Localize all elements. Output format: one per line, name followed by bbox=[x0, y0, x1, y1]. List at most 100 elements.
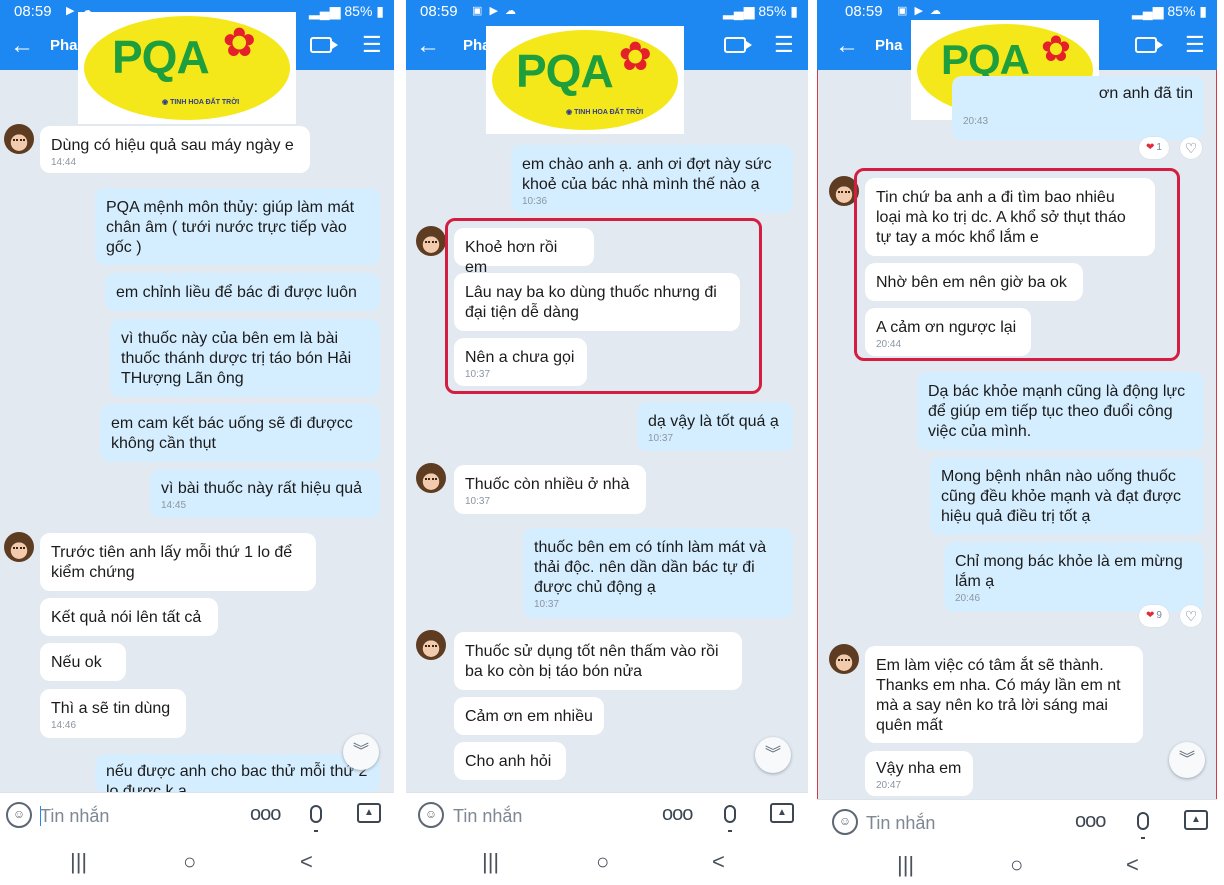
list-menu-icon[interactable]: ☰ bbox=[774, 34, 794, 56]
battery-level: 85% bbox=[1167, 3, 1196, 19]
message-text: em chỉnh liều để bác đi được luôn bbox=[116, 284, 357, 301]
arrow-left-icon[interactable]: ← bbox=[10, 32, 34, 60]
back-nav-button[interactable]: < bbox=[300, 849, 313, 875]
avatar[interactable] bbox=[4, 124, 34, 154]
home-nav-button[interactable]: ○ bbox=[596, 849, 609, 875]
message-text: nếu được anh cho bac thử mỗi thứ 2 lọ đư… bbox=[106, 763, 368, 792]
message-bubble[interactable]: Cảm ơn em nhiều bbox=[454, 697, 604, 735]
message-text: Dùng có hiệu quả sau máy ngày e bbox=[51, 137, 294, 154]
arrow-left-icon[interactable]: ← bbox=[835, 32, 859, 60]
message-bubble[interactable]: em chào anh ạ. anh ơi đợt này sức khoẻ c… bbox=[511, 145, 793, 213]
message-input[interactable]: Tin nhắn bbox=[866, 813, 935, 834]
message-bubble[interactable]: Thì a sẽ tin dùng 14:46 bbox=[40, 689, 186, 738]
message-bubble[interactable]: nếu được anh cho bac thử mỗi thứ 2 lọ đư… bbox=[95, 754, 380, 792]
heart-icon[interactable]: ♡ bbox=[1180, 137, 1202, 159]
smiley-icon[interactable]: ☺ bbox=[418, 802, 444, 828]
microphone-icon[interactable] bbox=[310, 805, 322, 832]
heart-icon[interactable]: ♡ bbox=[1180, 605, 1202, 627]
recents-nav-button[interactable]: ||| bbox=[70, 849, 87, 875]
message-bubble[interactable]: Trước tiên anh lấy mỗi thứ 1 lo để kiểm … bbox=[40, 533, 316, 591]
message-bubble[interactable]: Kết quả nói lên tất cả bbox=[40, 598, 218, 636]
more-options-icon[interactable]: ooo bbox=[1075, 810, 1106, 833]
image-icon[interactable]: ▲ bbox=[1184, 810, 1208, 830]
recents-nav-button[interactable]: ||| bbox=[897, 852, 914, 878]
message-text: ơn anh đã tin bbox=[1098, 85, 1193, 102]
message-bubble[interactable]: Chỉ mong bác khỏe là em mừng lắm ạ 20:46 bbox=[944, 542, 1204, 612]
smiley-icon[interactable]: ☺ bbox=[832, 809, 858, 835]
avatar[interactable] bbox=[416, 463, 446, 493]
more-options-icon[interactable]: ooo bbox=[662, 803, 693, 826]
smiley-icon[interactable]: ☺ bbox=[6, 802, 32, 828]
microphone-icon[interactable] bbox=[724, 805, 736, 832]
message-input[interactable]: Tin nhắn bbox=[453, 806, 522, 827]
image-icon[interactable]: ▲ bbox=[357, 803, 381, 823]
avatar[interactable] bbox=[416, 226, 446, 256]
home-nav-button[interactable]: ○ bbox=[183, 849, 196, 875]
message-bubble[interactable]: vì bài thuốc này rất hiệu quả 14:45 bbox=[150, 469, 380, 518]
recents-nav-button[interactable]: ||| bbox=[482, 849, 499, 875]
contact-name[interactable]: Pha bbox=[875, 37, 903, 54]
message-text: PQA mệnh môn thủy: giúp làm mát chân âm … bbox=[106, 199, 355, 256]
message-bubble[interactable]: dạ vậy là tốt quá ạ 10:37 bbox=[637, 402, 793, 451]
highlight-box bbox=[854, 168, 1180, 361]
lotus-icon: ✿ bbox=[222, 21, 256, 65]
arrow-left-icon[interactable]: ← bbox=[416, 32, 440, 60]
message-bubble[interactable]: Dạ bác khỏe mạnh cũng là động lực để giú… bbox=[917, 372, 1204, 450]
avatar[interactable] bbox=[416, 630, 446, 660]
double-chevron-down-icon[interactable]: ︾ bbox=[343, 734, 379, 770]
message-bubble[interactable]: Dùng có hiệu quả sau máy ngày e 14:44 bbox=[40, 126, 310, 173]
message-bubble[interactable]: em chỉnh liều để bác đi được luôn bbox=[105, 273, 380, 311]
list-menu-icon[interactable]: ☰ bbox=[1185, 34, 1205, 56]
message-input[interactable]: Tin nhắn bbox=[40, 806, 109, 827]
heart-reaction-count[interactable]: ❤ 9 bbox=[1139, 605, 1169, 627]
message-bubble[interactable]: Thuốc còn nhiều ở nhà 10:37 bbox=[454, 465, 646, 514]
message-time: 10:36 bbox=[522, 196, 548, 207]
message-text: dạ vậy là tốt quá ạ bbox=[648, 413, 779, 430]
microphone-icon[interactable] bbox=[1137, 812, 1149, 839]
message-bubble[interactable]: Em làm việc có tâm ắt sẽ thành. Thanks e… bbox=[865, 646, 1143, 743]
message-bubble[interactable]: PQA mệnh môn thủy: giúp làm mát chân âm … bbox=[95, 188, 380, 265]
android-nav-bar: ||| ○ < bbox=[817, 847, 1217, 885]
avatar[interactable] bbox=[4, 532, 34, 562]
double-chevron-down-icon[interactable]: ︾ bbox=[755, 737, 791, 773]
avatar[interactable] bbox=[829, 644, 859, 674]
message-bubble[interactable]: vì thuốc này của bên em là bài thuốc thá… bbox=[110, 319, 380, 397]
logo-tagline: TINH HOA ĐẤT TRỜI bbox=[162, 98, 239, 106]
logo-wordmark: PQA bbox=[112, 31, 210, 83]
video-call-icon[interactable] bbox=[310, 37, 338, 53]
pqa-logo: PQA ✿ TINH HOA ĐẤT TRỜI bbox=[486, 26, 684, 134]
composer-bar: ☺ Tin nhắn ooo ▲ bbox=[0, 792, 394, 841]
image-icon[interactable]: ▲ bbox=[770, 803, 794, 823]
more-options-icon[interactable]: ooo bbox=[250, 803, 281, 826]
heart-reaction-count[interactable]: ❤ 1 bbox=[1139, 137, 1169, 159]
message-text: Vậy nha em bbox=[876, 760, 962, 777]
list-menu-icon[interactable]: ☰ bbox=[362, 34, 382, 56]
message-text: Thuốc còn nhiều ở nhà bbox=[465, 476, 630, 493]
logo-wordmark: PQA bbox=[516, 45, 614, 97]
message-text: em chào anh ạ. anh ơi đợt này sức khoẻ c… bbox=[522, 156, 772, 193]
message-time: 14:46 bbox=[51, 720, 77, 731]
message-bubble[interactable]: ơn anh đã tin 20:43 bbox=[952, 76, 1204, 140]
home-nav-button[interactable]: ○ bbox=[1010, 852, 1023, 878]
message-bubble[interactable]: Vậy nha em 20:47 bbox=[865, 751, 973, 796]
back-nav-button[interactable]: < bbox=[1126, 852, 1139, 878]
double-chevron-down-icon[interactable]: ︾ bbox=[1169, 742, 1205, 778]
contact-name[interactable]: Pha bbox=[50, 37, 78, 54]
message-time: 10:37 bbox=[648, 433, 674, 444]
message-text: Kết quả nói lên tất cả bbox=[51, 609, 202, 626]
message-bubble[interactable]: Mong bệnh nhân nào uống thuốc cũng đều k… bbox=[930, 457, 1204, 535]
message-bubble[interactable]: Nếu ok bbox=[40, 643, 126, 681]
message-bubble[interactable]: thuốc bên em có tính làm mát và thải độc… bbox=[523, 528, 793, 618]
phone-screen-2: 08:59 ▣ ▶ ☁ ▂▄▆ 85% ▮ ← Pha ☰ PQA ✿ TINH… bbox=[406, 0, 808, 885]
status-time: 08:59 bbox=[420, 3, 458, 20]
message-bubble[interactable]: em cam kết bác uống sẽ đi đượcc không cầ… bbox=[100, 404, 380, 462]
video-call-icon[interactable] bbox=[1135, 37, 1163, 53]
status-right: ▂▄▆ 85% ▮ bbox=[309, 3, 384, 19]
message-bubble[interactable]: Cho anh hỏi bbox=[454, 742, 566, 780]
pqa-logo: PQA ✿ TINH HOA ĐẤT TRỜI bbox=[78, 12, 296, 124]
video-call-icon[interactable] bbox=[724, 37, 752, 53]
back-nav-button[interactable]: < bbox=[712, 849, 725, 875]
status-right: ▂▄▆ 85% ▮ bbox=[1132, 3, 1207, 19]
message-bubble[interactable]: Thuốc sử dụng tốt nên thấm vào rồi ba ko… bbox=[454, 632, 742, 690]
message-text: Dạ bác khỏe mạnh cũng là động lực để giú… bbox=[928, 383, 1186, 440]
